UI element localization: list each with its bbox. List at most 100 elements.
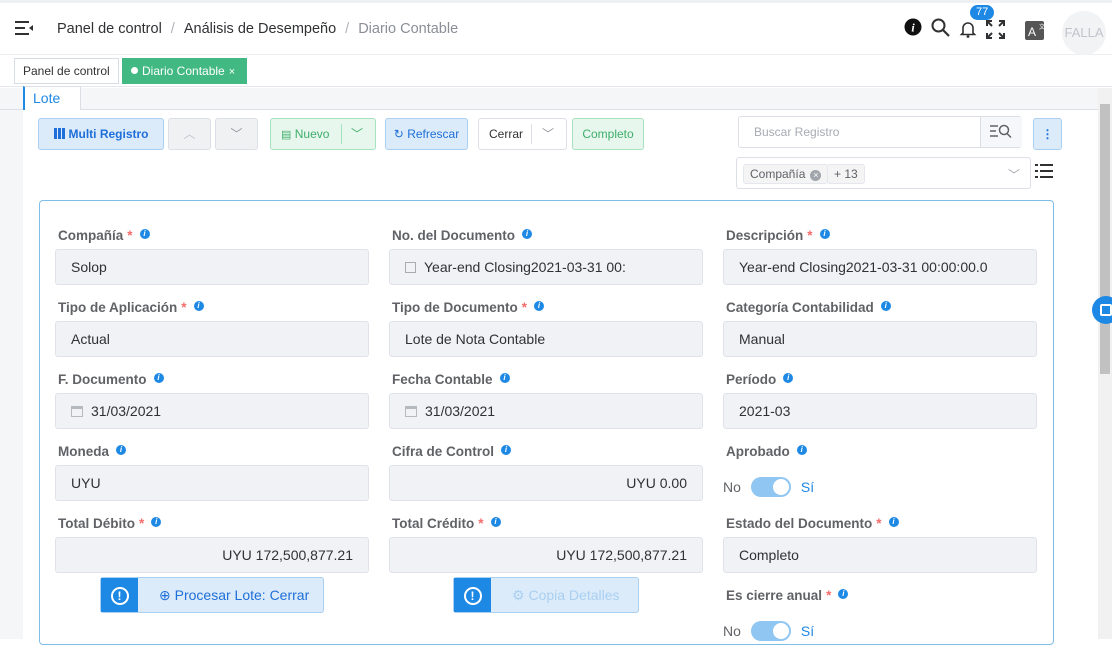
search-box[interactable]: Buscar Registro (738, 116, 1022, 148)
field-label-company: Compañía * i (58, 228, 150, 243)
document-date-value: 31/03/2021 (91, 403, 162, 419)
total-debit-field[interactable]: UYU 172,500,877.21 (55, 537, 369, 573)
info-icon[interactable]: i (888, 517, 899, 527)
multi-record-button[interactable]: Multi Registro (38, 118, 164, 150)
switch-on-label: Sí (800, 623, 815, 639)
filter-select[interactable]: Compañía × + 13 ﹀ (736, 157, 1031, 189)
breadcrumb-item-performance[interactable]: Análisis de Desempeño (184, 21, 336, 37)
info-icon[interactable]: i (153, 373, 164, 383)
chevron-down-icon[interactable]: ﹀ (351, 119, 363, 149)
info-icon[interactable]: i (139, 229, 150, 239)
document-type-select[interactable]: Lote de Nota Contable (389, 321, 703, 357)
field-label-doc-status: Estado del Documento * i (726, 516, 899, 531)
tags-view: Panel de control Diario Contable × (0, 55, 1112, 87)
application-type-select[interactable]: Actual (55, 321, 369, 357)
document-status-select[interactable]: Completo (723, 537, 1037, 573)
copy-icon (405, 262, 416, 273)
bell-icon[interactable] (959, 20, 977, 38)
scrollbar[interactable] (1098, 88, 1112, 639)
field-label-acct-date: Fecha Contable i (392, 372, 510, 387)
info-icon[interactable]: i (151, 517, 162, 527)
field-label-total-debit: Total Débito * i (58, 516, 162, 531)
document-action-select[interactable]: Cerrar ﹀ (478, 118, 567, 150)
document-date-field[interactable]: 31/03/2021 (55, 393, 369, 429)
close-icon[interactable]: × (229, 66, 235, 78)
switch-off-label: No (723, 623, 741, 639)
fullscreen-icon[interactable] (986, 20, 1005, 39)
tab-diario-contable[interactable]: Diario Contable × (122, 58, 248, 84)
info-icon[interactable]: i (796, 445, 807, 455)
more-vertical-icon: ⋮ (1041, 127, 1054, 141)
total-credit-field[interactable]: UYU 172,500,877.21 (389, 537, 703, 573)
info-icon[interactable]: i (499, 373, 510, 383)
field-label-period: Período i (726, 372, 794, 387)
multi-record-label: Multi Registro (68, 127, 149, 141)
currency-select[interactable]: UYU (55, 465, 369, 501)
year-close-switch-row: No Sí (723, 621, 814, 641)
search-icon[interactable] (931, 18, 950, 37)
breadcrumb-item-dashboard[interactable]: Panel de control (57, 21, 162, 37)
info-icon[interactable]: i (783, 373, 794, 383)
translate-icon[interactable]: A文 (1025, 21, 1044, 40)
active-dot-icon (131, 67, 138, 75)
field-label-description: Descripción * i (726, 228, 830, 243)
field-label-control: Cifra de Control i (392, 444, 512, 459)
search-input[interactable]: Buscar Registro (754, 125, 839, 139)
field-label-category: Categoría Contabilidad i (726, 300, 891, 315)
category-select[interactable]: Manual (723, 321, 1037, 357)
process-batch-button[interactable]: ! ⊕ Procesar Lote: Cerrar (100, 577, 324, 613)
menu-toggle-icon[interactable] (15, 20, 33, 36)
info-icon[interactable]: i (522, 229, 533, 239)
company-field[interactable]: Solop (55, 249, 369, 285)
top-bar: Panel de control / Análisis de Desempeño / D… (0, 0, 1112, 55)
avatar[interactable]: FALLA (1062, 11, 1106, 55)
info-icon[interactable]: i (501, 445, 512, 455)
new-record-button[interactable]: ▤ Nuevo ﹀ (270, 118, 376, 150)
new-record-label: Nuevo (294, 127, 330, 141)
info-icon[interactable]: i (193, 301, 204, 311)
description-field[interactable]: Year-end Closing2021-03-31 00:00:00.0 (723, 249, 1037, 285)
alert-icon: ! (101, 578, 138, 612)
more-options-button[interactable]: ⋮ (1033, 118, 1062, 150)
process-icon: ⊕ (159, 587, 171, 603)
field-label-doc-type: Tipo de Documento * i (392, 300, 545, 315)
info-icon[interactable]: i (904, 18, 922, 36)
scrollbar-thumb[interactable] (1100, 104, 1110, 374)
info-icon[interactable]: i (880, 301, 891, 311)
refresh-button[interactable]: ↻ Refrescar (385, 118, 468, 150)
tag-close-icon[interactable]: × (810, 170, 822, 181)
period-select[interactable]: 2021-03 (723, 393, 1037, 429)
document-no-field[interactable]: Year-end Closing2021-03-31 00: (389, 249, 703, 285)
tab-lote[interactable]: Lote (23, 86, 81, 110)
copy-details-label: ⚙ Copia Detalles (512, 587, 620, 603)
switch-on-label: Sí (800, 479, 815, 495)
field-label-total-credit: Total Crédito * i (392, 516, 501, 531)
filter-tag-label: Compañía (750, 167, 806, 181)
accounting-date-value: 31/03/2021 (425, 403, 496, 419)
info-icon[interactable]: i (838, 589, 849, 599)
filter-tag-company: Compañía × (743, 164, 829, 184)
control-amount-field[interactable]: UYU 0.00 (389, 465, 703, 501)
calendar-icon (71, 406, 83, 417)
accounting-date-field[interactable]: 31/03/2021 (389, 393, 703, 429)
process-batch-label: ⊕ Procesar Lote: Cerrar (159, 587, 310, 603)
advanced-search-button[interactable] (980, 117, 1022, 147)
side-panel-toggle[interactable] (1092, 296, 1112, 324)
previous-record-button[interactable]: ︿ (168, 118, 211, 150)
approved-toggle[interactable] (750, 477, 791, 497)
copy-details-button[interactable]: ! ⚙ Copia Detalles (453, 577, 639, 613)
breadcrumb-item-current: Diario Contable (358, 21, 459, 37)
calendar-icon (405, 406, 417, 417)
info-icon[interactable]: i (819, 229, 830, 239)
info-icon[interactable]: i (534, 301, 545, 311)
next-record-button[interactable]: ﹀ (215, 118, 258, 150)
tab-dashboard[interactable]: Panel de control (14, 58, 119, 84)
notification-badge: 77 (970, 5, 995, 20)
status-badge: Completo (572, 118, 644, 150)
table-icon (1100, 304, 1112, 316)
record-panel: Multi Registro ︿ ﹀ ▤ Nuevo ﹀ ↻ Refrescar … (23, 110, 1098, 645)
info-icon[interactable]: i (116, 445, 127, 455)
info-icon[interactable]: i (490, 517, 501, 527)
year-close-toggle[interactable] (750, 621, 791, 641)
list-icon[interactable] (1035, 163, 1053, 179)
